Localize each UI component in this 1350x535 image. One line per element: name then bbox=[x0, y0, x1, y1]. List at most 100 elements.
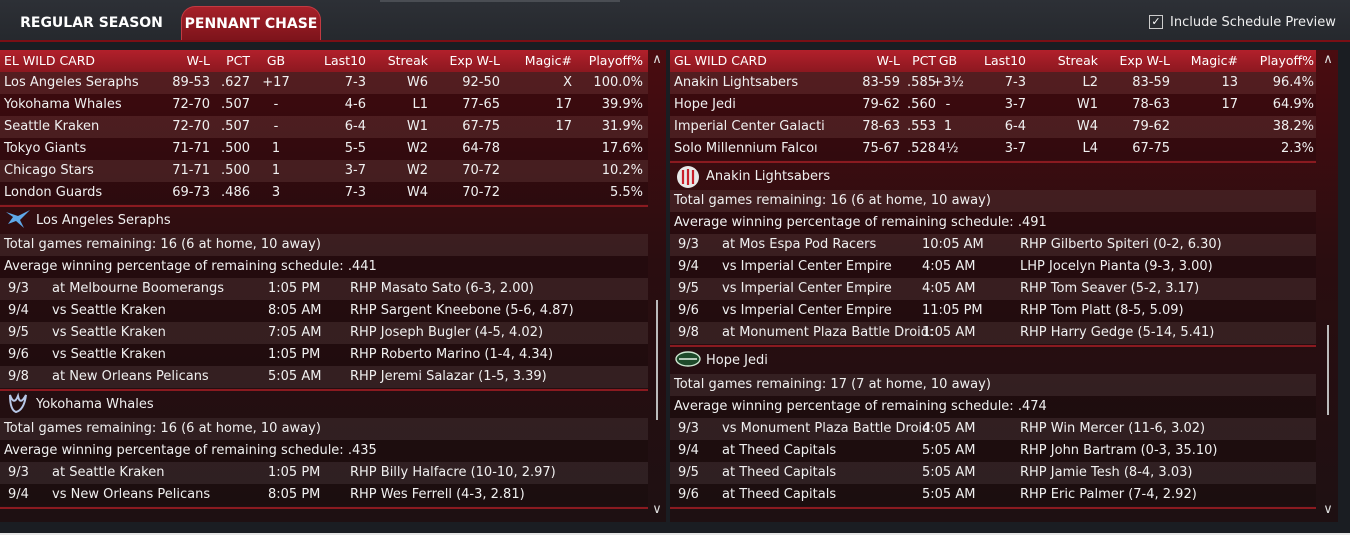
cell-pct: .507 bbox=[221, 119, 250, 134]
tab-pennant-chase[interactable]: PENNANT CHASE bbox=[181, 6, 321, 40]
team-logo-icon bbox=[4, 392, 30, 414]
standings-row[interactable]: Anakin Lightsabers 83-59.585 +3½ 7-3 L2 83-59… bbox=[670, 72, 1316, 94]
schedule-row[interactable]: 9/3 vs Monument Plaza Battle Droid 4:05 AM… bbox=[670, 418, 1316, 440]
schedule-row[interactable]: 9/5 at Theed Capitals 5:05 AM RHP Jamie Tes… bbox=[670, 462, 1316, 484]
info-text: Total games remaining: 16 (6 at home, 10… bbox=[4, 421, 321, 436]
include-schedule-preview-label: Include Schedule Preview bbox=[1170, 14, 1336, 30]
cell-playoff-pct: 38.2% bbox=[1272, 119, 1314, 134]
cell-last10: 7-3 bbox=[1004, 75, 1026, 90]
standings-row[interactable]: Hope Jedi 79-62.560-3-7 W1 78-63 17 64.9% bbox=[670, 94, 1316, 116]
include-schedule-preview-toggle[interactable]: ✓ Include Schedule Preview bbox=[1149, 13, 1336, 31]
team-schedule-header[interactable]: Los Angeles Seraphs bbox=[0, 208, 648, 234]
schedule-row[interactable]: 9/3 at Seattle Kraken 1:05 PM RHP Billy Hal… bbox=[0, 462, 648, 484]
team-name: Hope Jedi bbox=[706, 353, 768, 368]
team-schedule-header[interactable]: Yokohama Whales bbox=[0, 392, 648, 418]
schedule-row[interactable]: 9/6 at Theed Capitals 5:05 AM RHP Eric Palm… bbox=[670, 484, 1316, 506]
schedule-row[interactable]: 9/6 vs Imperial Center Empire 11:05 PM RHP … bbox=[670, 300, 1316, 322]
schedule-time: 4:05 AM bbox=[922, 281, 976, 296]
cell-last10: 7-3 bbox=[344, 185, 366, 200]
tab-regular-season[interactable]: REGULAR SEASON bbox=[14, 6, 169, 40]
cell-team: Chicago Stars bbox=[4, 163, 94, 178]
standings-row[interactable]: Yokohama Whales 72-70 .507 - 4-6 L1 77-65 17 39.… bbox=[0, 94, 648, 116]
schedule-probable-pitcher: RHP Eric Palmer (7-4, 2.92) bbox=[1020, 487, 1197, 502]
cell-team: Yokohama Whales bbox=[4, 97, 122, 112]
schedule-probable-pitcher: RHP Billy Halfacre (10-10, 2.97) bbox=[350, 465, 556, 480]
col-header-gb: GB bbox=[266, 53, 286, 68]
schedule-time: 1:05 AM bbox=[922, 325, 976, 340]
cell-w-l: 75-67 bbox=[862, 141, 900, 156]
team-logo-icon bbox=[674, 164, 700, 188]
cell-playoff-pct: 17.6% bbox=[601, 141, 643, 156]
schedule-row[interactable]: 9/4 at Theed Capitals 5:05 AM RHP John Bart… bbox=[670, 440, 1316, 462]
standings-header: GL WILD CARD W-L PCT GB Last10 Streak Exp W-L M… bbox=[670, 50, 1316, 72]
tab-underline bbox=[0, 40, 1350, 42]
schedule-row[interactable]: 9/6 vs Seattle Kraken 1:05 PM RHP Roberto M… bbox=[0, 344, 648, 366]
standings-row[interactable]: Solo Millennium Falcoı 75-67.528 4½ 3-7 L4 67… bbox=[670, 138, 1316, 160]
schedule-probable-pitcher: RHP Gilberto Spiteri (0-2, 6.30) bbox=[1020, 237, 1222, 252]
cell-gb: 1 bbox=[271, 141, 281, 156]
cell-w-l: 72-70 bbox=[172, 97, 210, 112]
scroll-up-icon[interactable]: ∧ bbox=[1320, 52, 1336, 68]
right-scrollbar[interactable]: ∧ ∨ bbox=[1320, 50, 1336, 522]
standings-row[interactable]: Chicago Stars 71-71 .500 1 3-7 W2 70-72 10.2% bbox=[0, 160, 648, 182]
col-header-gb: GB bbox=[938, 53, 958, 68]
standings-row[interactable]: Tokyo Giants 71-71 .500 1 5-5 W2 64-78 17.6% bbox=[0, 138, 648, 160]
schedule-date: 9/5 bbox=[678, 465, 699, 480]
schedule-date: 9/3 bbox=[8, 465, 29, 480]
cell-gb: +3½ bbox=[932, 75, 964, 90]
cell-gb: - bbox=[273, 119, 279, 134]
schedule-opponent: vs Seattle Kraken bbox=[52, 347, 166, 362]
schedule-date: 9/5 bbox=[678, 281, 699, 296]
info-text: Total games remaining: 16 (6 at home, 10… bbox=[4, 237, 321, 252]
scroll-thumb[interactable] bbox=[1327, 325, 1329, 415]
schedule-row[interactable]: 9/8 at New Orleans Pelicans 5:05 AM RHP Jer… bbox=[0, 366, 648, 388]
schedule-probable-pitcher: RHP John Bartram (0-3, 35.10) bbox=[1020, 443, 1218, 458]
col-header-exp-w-l: Exp W-L bbox=[449, 53, 500, 68]
cell-exp-w-l: 79-62 bbox=[1132, 119, 1170, 134]
scroll-down-icon[interactable]: ∨ bbox=[649, 502, 665, 518]
section-divider bbox=[0, 205, 648, 207]
schedule-row[interactable]: 9/3 at Mos Espa Pod Racers 10:05 AM RHP Gil… bbox=[670, 234, 1316, 256]
cell-pct: .486 bbox=[221, 185, 250, 200]
scroll-thumb[interactable] bbox=[656, 300, 658, 420]
schedule-opponent: vs Imperial Center Empire bbox=[722, 281, 892, 296]
section-divider bbox=[0, 389, 648, 391]
schedule-opponent: at Theed Capitals bbox=[722, 443, 837, 458]
schedule-row[interactable]: 9/5 vs Seattle Kraken 7:05 AM RHP Joseph Bu… bbox=[0, 322, 648, 344]
avg-win-pct: Average winning percentage of remaining … bbox=[670, 212, 1316, 234]
schedule-row[interactable]: 9/8 at Monument Plaza Battle Droid: 1:05 A… bbox=[670, 322, 1316, 344]
schedule-date: 9/6 bbox=[678, 303, 699, 318]
games-remaining: Total games remaining: 16 (6 at home, 10… bbox=[0, 234, 648, 256]
schedule-row[interactable]: 9/3 at Melbourne Boomerangs 1:05 PM RHP Mas… bbox=[0, 278, 648, 300]
schedule-row[interactable]: 9/5 vs Imperial Center Empire 4:05 AM RHP T… bbox=[670, 278, 1316, 300]
schedule-row[interactable]: 9/4 vs Seattle Kraken 8:05 AM RHP Sargent K… bbox=[0, 300, 648, 322]
checkbox-check-icon[interactable]: ✓ bbox=[1149, 15, 1163, 29]
cell-playoff-pct: 96.4% bbox=[1272, 75, 1314, 90]
schedule-date: 9/4 bbox=[8, 303, 29, 318]
cell-w-l: 83-59 bbox=[862, 75, 900, 90]
cell-w-l: 71-71 bbox=[172, 141, 210, 156]
cell-pct: .627 bbox=[221, 75, 250, 90]
col-header-w-l: W-L bbox=[876, 53, 900, 68]
schedule-row[interactable]: 9/4 vs New Orleans Pelicans 8:05 PM RHP Wes… bbox=[0, 484, 648, 506]
cell-team: Solo Millennium Falcoı bbox=[674, 141, 818, 156]
standings-row[interactable]: London Guards 69-73 .486 3 7-3 W4 70-72 5.5% bbox=[0, 182, 648, 204]
schedule-time: 4:05 AM bbox=[922, 259, 976, 274]
cell-exp-w-l: 78-63 bbox=[1132, 97, 1170, 112]
standings-row[interactable]: Los Angeles Seraphs 89-53 .627 +17 7-3 W6 92-5… bbox=[0, 72, 648, 94]
schedule-date: 9/3 bbox=[678, 237, 699, 252]
scroll-up-icon[interactable]: ∧ bbox=[649, 52, 665, 68]
team-schedule-header[interactable]: Hope Jedi bbox=[670, 348, 1316, 374]
team-logo-icon bbox=[4, 208, 30, 228]
cell-last10: 6-4 bbox=[344, 119, 366, 134]
scroll-down-icon[interactable]: ∨ bbox=[1320, 502, 1336, 518]
cell-magic: 17 bbox=[1221, 97, 1238, 112]
schedule-opponent: vs Imperial Center Empire bbox=[722, 303, 892, 318]
standings-row[interactable]: Seattle Kraken 72-70 .507 - 6-4 W1 67-75 17 31.9… bbox=[0, 116, 648, 138]
cell-last10: 5-5 bbox=[344, 141, 366, 156]
cell-playoff-pct: 64.9% bbox=[1272, 97, 1314, 112]
left-scrollbar[interactable]: ∧ ∨ bbox=[649, 50, 665, 522]
team-schedule-header[interactable]: Anakin Lightsabers bbox=[670, 164, 1316, 190]
schedule-row[interactable]: 9/4 vs Imperial Center Empire 4:05 AM LHP J… bbox=[670, 256, 1316, 278]
standings-row[interactable]: Imperial Center Galacti 78-63.553 1 6-4 W4 79… bbox=[670, 116, 1316, 138]
